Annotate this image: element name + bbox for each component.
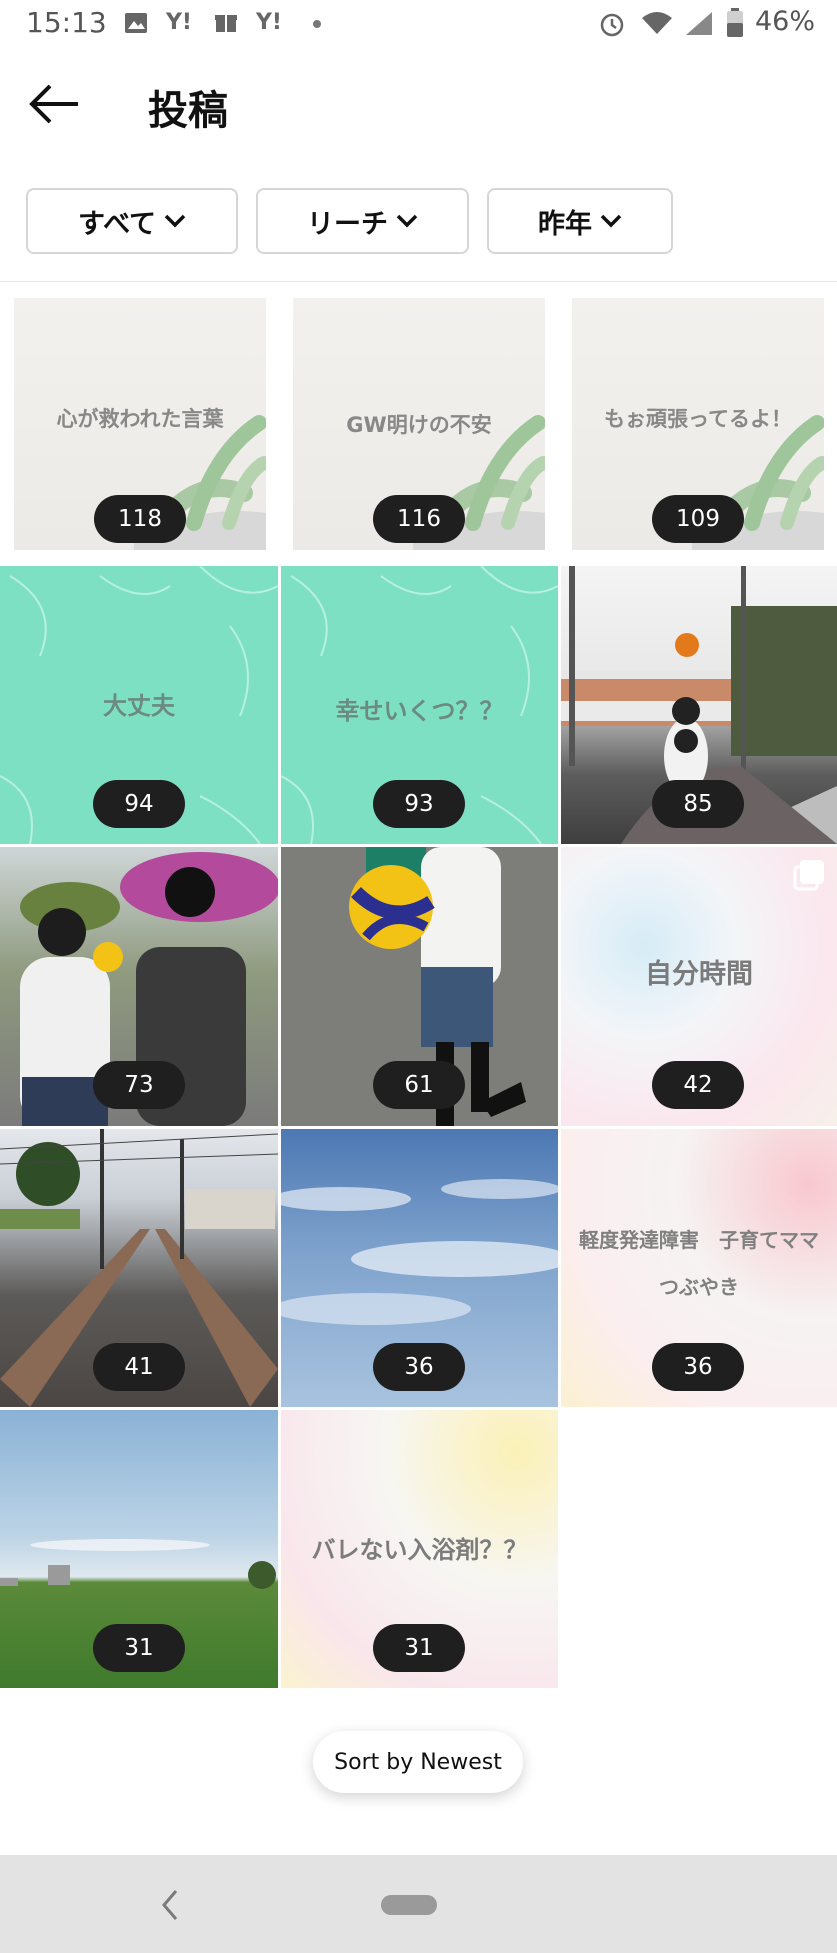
post-caption: 大丈夫 <box>103 692 175 720</box>
reach-badge: 61 <box>373 1061 465 1109</box>
battery-icon <box>727 8 743 37</box>
post-tile[interactable]: 36 <box>281 1129 558 1407</box>
chevron-down-icon <box>396 214 418 228</box>
post-tile[interactable]: 41 <box>0 1129 278 1407</box>
post-tile[interactable]: GW明けの不安 116 <box>293 298 545 550</box>
gift-icon <box>215 15 237 32</box>
header: 投稿 <box>0 60 837 150</box>
post-caption: GW明けの不安 <box>346 413 492 437</box>
post-tile[interactable]: もぉ頑張ってるよ！ 109 <box>572 298 824 550</box>
reach-badge: 94 <box>93 780 185 828</box>
post-caption: 心が救われた言葉 <box>56 407 224 431</box>
filter-label: 昨年 <box>538 208 592 240</box>
post-caption: 自分時間 <box>645 959 753 990</box>
chevron-down-icon <box>600 214 622 228</box>
system-nav-bar <box>0 1855 837 1953</box>
post-tile[interactable]: 31 <box>0 1410 278 1688</box>
status-bar: 15:13 Y! Y! 46% <box>0 0 837 48</box>
dot-icon <box>313 20 321 28</box>
post-tile[interactable]: 73 <box>0 847 278 1126</box>
post-caption: もぉ頑張ってるよ！ <box>604 407 792 431</box>
status-time: 15:13 <box>26 6 107 39</box>
arrow-left-icon <box>29 84 78 124</box>
post-tile[interactable]: 自分時間 42 <box>561 847 837 1126</box>
reach-badge: 31 <box>373 1624 465 1672</box>
post-tile[interactable]: 軽度発達障害 子育てママ つぶやき 36 <box>561 1129 837 1407</box>
sort-button[interactable]: Sort by Newest <box>313 1731 523 1793</box>
post-tile[interactable]: 大丈夫 94 <box>0 566 278 844</box>
page-title: 投稿 <box>148 88 228 134</box>
chevron-down-icon <box>164 214 186 228</box>
nav-home-pill[interactable] <box>381 1895 437 1915</box>
filter-metric-dropdown[interactable]: リーチ <box>256 188 469 254</box>
reach-badge: 31 <box>93 1624 185 1672</box>
reach-badge: 41 <box>93 1343 185 1391</box>
reach-badge: 118 <box>94 495 186 543</box>
filter-label: リーチ <box>307 208 388 240</box>
post-caption-line2: つぶやき <box>659 1275 739 1299</box>
alarm-icon <box>600 13 624 37</box>
filter-period-dropdown[interactable]: 昨年 <box>487 188 673 254</box>
multi-image-icon <box>793 860 824 891</box>
post-tile[interactable]: 61 <box>281 847 558 1126</box>
divider <box>0 281 837 282</box>
post-caption: バレない入浴剤？？ <box>311 1536 528 1564</box>
nav-back-icon[interactable] <box>156 1885 186 1925</box>
reach-badge: 93 <box>373 780 465 828</box>
back-button[interactable] <box>28 82 84 126</box>
post-tile[interactable]: 幸せいくつ？？ 93 <box>281 566 558 844</box>
battery-percent: 46% <box>754 6 815 37</box>
yahoo-icon: Y! <box>256 10 282 35</box>
filter-type-dropdown[interactable]: すべて <box>26 188 238 254</box>
signal-icon <box>686 12 712 35</box>
reach-badge: 109 <box>652 495 744 543</box>
reach-badge: 36 <box>373 1343 465 1391</box>
reach-badge: 36 <box>652 1343 744 1391</box>
post-tile[interactable]: 85 <box>561 566 837 844</box>
post-tile[interactable]: バレない入浴剤？？ 31 <box>281 1410 558 1688</box>
image-icon <box>125 13 147 33</box>
post-tile[interactable]: 心が救われた言葉 118 <box>14 298 266 550</box>
reach-badge: 85 <box>652 780 744 828</box>
wifi-icon <box>642 12 672 34</box>
reach-badge: 116 <box>373 495 465 543</box>
yahoo-icon: Y! <box>166 10 192 35</box>
reach-badge: 73 <box>93 1061 185 1109</box>
post-caption: 軽度発達障害 子育てママ <box>579 1228 819 1252</box>
post-caption: 幸せいくつ？？ <box>335 697 504 725</box>
filter-label: すべて <box>77 208 157 240</box>
filter-bar: すべて リーチ 昨年 <box>0 188 837 258</box>
reach-badge: 42 <box>652 1061 744 1109</box>
posts-grid: 心が救われた言葉 118 GW明けの不安 116 もぉ頑張ってるよ！ 109 大… <box>0 283 837 1688</box>
